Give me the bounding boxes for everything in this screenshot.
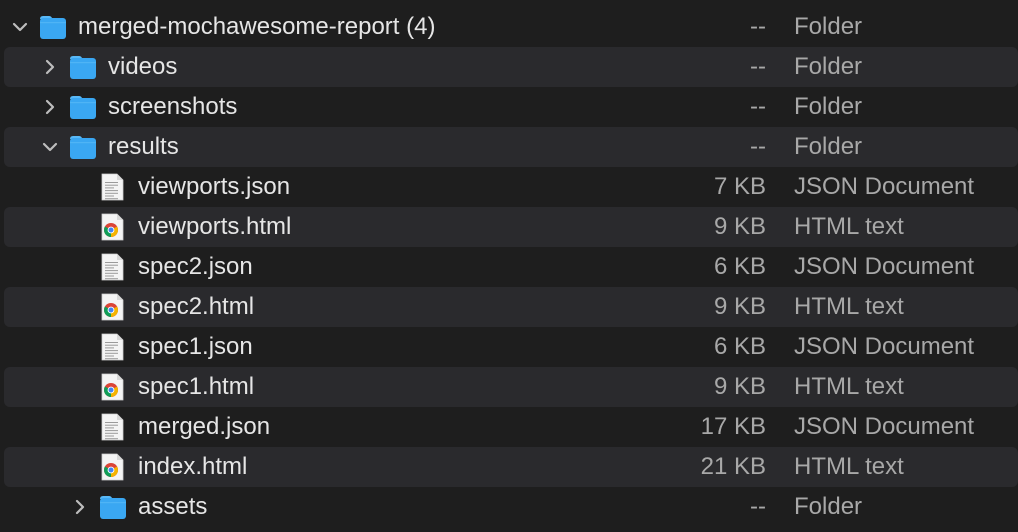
json-document-icon xyxy=(98,333,128,361)
file-kind: Folder xyxy=(794,53,863,80)
json-document-icon xyxy=(98,173,128,201)
list-row[interactable]: spec2.html 9 KB HTML text xyxy=(0,287,1018,327)
file-kind: HTML text xyxy=(794,213,904,240)
finder-list-view: merged-mochawesome-report (4) -- Folder vid… xyxy=(0,0,1018,532)
list-row[interactable]: merged-mochawesome-report (4) -- Folder xyxy=(0,7,1018,47)
file-size: -- xyxy=(750,93,766,120)
file-name: spec2.html xyxy=(138,293,255,320)
file-kind: JSON Document xyxy=(794,173,975,200)
list-row[interactable]: screenshots -- Folder xyxy=(0,87,1018,127)
file-kind: HTML text xyxy=(794,293,904,320)
file-size: 17 KB xyxy=(700,413,766,440)
file-name: videos xyxy=(108,53,178,80)
file-size: -- xyxy=(750,493,766,520)
file-size: 6 KB xyxy=(713,253,766,280)
file-kind: Folder xyxy=(794,493,863,520)
file-name: spec1.json xyxy=(138,333,253,360)
file-size: 6 KB xyxy=(713,333,766,360)
json-document-icon xyxy=(98,413,128,441)
chevron-right-icon[interactable] xyxy=(40,97,60,117)
list-row[interactable]: viewports.json 7 KB JSON Document xyxy=(0,167,1018,207)
folder-icon xyxy=(68,53,98,81)
file-size: -- xyxy=(750,13,766,40)
chevron-right-icon[interactable] xyxy=(70,497,90,517)
list-row[interactable]: spec1.html 9 KB HTML text xyxy=(0,367,1018,407)
chevron-down-icon[interactable] xyxy=(10,17,30,37)
list-row[interactable]: spec2.json 6 KB JSON Document xyxy=(0,247,1018,287)
file-name: screenshots xyxy=(108,93,238,120)
file-name: merged-mochawesome-report (4) xyxy=(78,13,436,40)
file-kind: JSON Document xyxy=(794,413,975,440)
chrome-html-document-icon xyxy=(98,453,128,481)
file-name: spec1.html xyxy=(138,373,255,400)
file-size: 9 KB xyxy=(713,373,766,400)
list-row[interactable]: assets -- Folder xyxy=(0,487,1018,527)
list-row[interactable]: videos -- Folder xyxy=(0,47,1018,87)
file-kind: JSON Document xyxy=(794,333,975,360)
folder-icon xyxy=(68,133,98,161)
chevron-right-icon[interactable] xyxy=(40,57,60,77)
file-kind: JSON Document xyxy=(794,253,975,280)
file-size: 9 KB xyxy=(713,293,766,320)
list-row[interactable]: spec1.json 6 KB JSON Document xyxy=(0,327,1018,367)
list-row[interactable]: viewports.html 9 KB HTML text xyxy=(0,207,1018,247)
chrome-html-document-icon xyxy=(98,293,128,321)
file-size: -- xyxy=(750,133,766,160)
file-kind: HTML text xyxy=(794,453,904,480)
file-kind: Folder xyxy=(794,133,863,160)
folder-icon xyxy=(98,493,128,521)
file-name: index.html xyxy=(138,453,248,480)
file-name: merged.json xyxy=(138,413,271,440)
list-row[interactable]: merged.json 17 KB JSON Document xyxy=(0,407,1018,447)
file-name: viewports.html xyxy=(138,213,292,240)
file-name: viewports.json xyxy=(138,173,291,200)
file-size: -- xyxy=(750,53,766,80)
file-size: 9 KB xyxy=(713,213,766,240)
chevron-down-icon[interactable] xyxy=(40,137,60,157)
folder-icon xyxy=(38,13,68,41)
json-document-icon xyxy=(98,253,128,281)
folder-icon xyxy=(68,93,98,121)
list-row[interactable]: results -- Folder xyxy=(0,127,1018,167)
file-size: 7 KB xyxy=(713,173,766,200)
file-name: assets xyxy=(138,493,208,520)
file-kind: Folder xyxy=(794,93,863,120)
file-kind: Folder xyxy=(794,13,863,40)
chrome-html-document-icon xyxy=(98,373,128,401)
file-kind: HTML text xyxy=(794,373,904,400)
file-name: results xyxy=(108,133,179,160)
file-name: spec2.json xyxy=(138,253,253,280)
list-row[interactable]: index.html 21 KB HTML text xyxy=(0,447,1018,487)
chrome-html-document-icon xyxy=(98,213,128,241)
file-size: 21 KB xyxy=(700,453,766,480)
